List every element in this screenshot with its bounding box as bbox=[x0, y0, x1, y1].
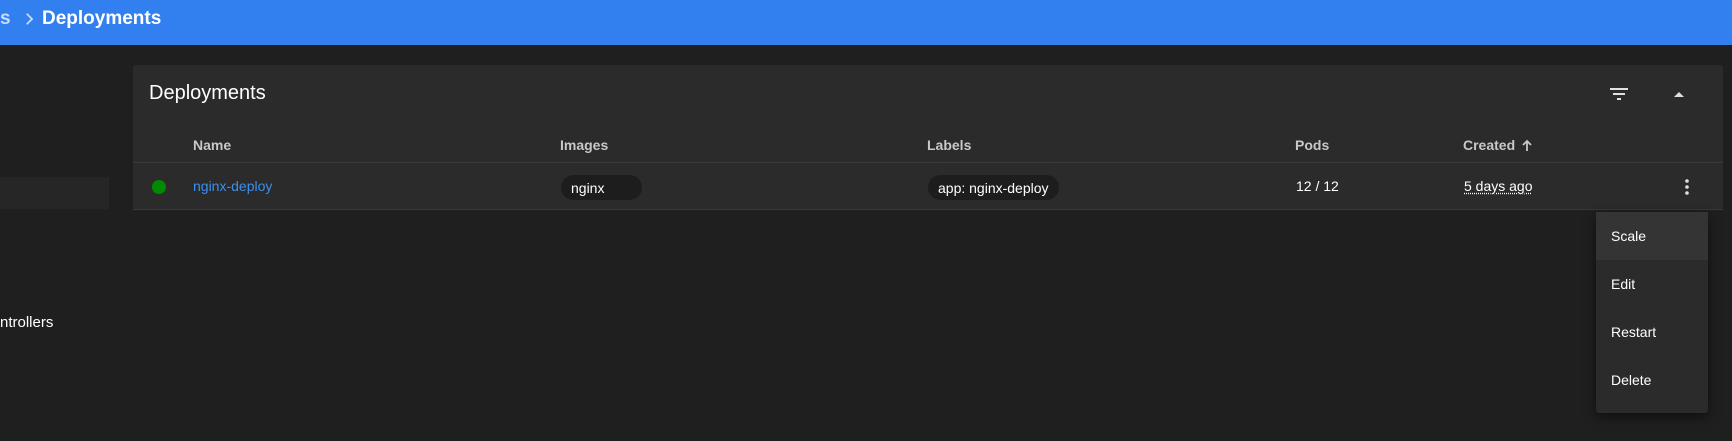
column-header-pods[interactable]: Pods bbox=[1295, 137, 1329, 153]
status-icon bbox=[152, 180, 166, 194]
table-header: Name Images Labels Pods Created bbox=[133, 127, 1723, 163]
top-toolbar: s Deployments bbox=[0, 0, 1732, 45]
side-navigation: ntrollers bbox=[0, 45, 132, 441]
menu-item-scale[interactable]: Scale bbox=[1596, 212, 1708, 260]
row-actions-menu: Scale Edit Restart Delete bbox=[1596, 212, 1708, 413]
deployments-card: Deployments Name Images Labels Pods Crea… bbox=[133, 65, 1723, 210]
filter-button[interactable] bbox=[1605, 80, 1633, 108]
chevron-up-icon bbox=[1674, 92, 1684, 97]
card-title: Deployments bbox=[149, 82, 266, 104]
column-header-name[interactable]: Name bbox=[193, 137, 231, 153]
more-vertical-icon bbox=[1685, 179, 1689, 195]
column-header-labels[interactable]: Labels bbox=[927, 137, 971, 153]
menu-item-restart[interactable]: Restart bbox=[1596, 308, 1708, 356]
pods-count: 12 / 12 bbox=[1296, 178, 1339, 194]
chevron-right-icon bbox=[26, 13, 34, 25]
sidenav-item-controllers[interactable]: ntrollers bbox=[0, 314, 53, 331]
table-row: nginx-deploy nginx app: nginx-deploy 12 … bbox=[133, 163, 1723, 210]
deployment-name-link[interactable]: nginx-deploy bbox=[193, 178, 272, 194]
column-header-created[interactable]: Created bbox=[1463, 137, 1533, 153]
label-chip: app: nginx-deploy bbox=[928, 175, 1059, 200]
row-actions-button[interactable] bbox=[1675, 173, 1699, 201]
created-time: 5 days ago bbox=[1464, 178, 1533, 194]
image-chip: nginx bbox=[561, 175, 642, 200]
column-header-images[interactable]: Images bbox=[560, 137, 608, 153]
column-header-created-label: Created bbox=[1463, 137, 1516, 153]
menu-item-delete[interactable]: Delete bbox=[1596, 356, 1708, 404]
filter-icon bbox=[1610, 88, 1628, 100]
sidenav-item-selected[interactable] bbox=[0, 177, 109, 209]
breadcrumb-previous[interactable]: s bbox=[0, 8, 11, 30]
breadcrumb-current: Deployments bbox=[42, 8, 162, 29]
menu-item-edit[interactable]: Edit bbox=[1596, 260, 1708, 308]
collapse-button[interactable] bbox=[1665, 80, 1693, 108]
arrow-up-icon bbox=[1522, 139, 1532, 151]
